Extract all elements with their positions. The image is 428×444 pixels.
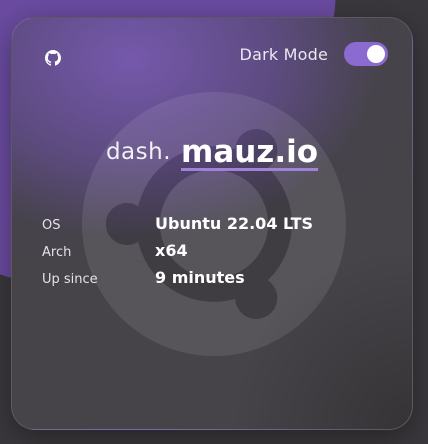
dark-mode-toggle[interactable] xyxy=(344,42,388,66)
info-value: Ubuntu 22.04 LTS xyxy=(155,214,313,233)
info-value: 9 minutes xyxy=(155,268,245,287)
page: Dark Mode dash. mauz.io OS Ubuntu 22.04 L… xyxy=(0,0,428,444)
info-row-uptime: Up since 9 minutes xyxy=(42,268,382,295)
toggle-knob xyxy=(367,45,385,63)
brand-prefix: dash. xyxy=(105,139,172,165)
info-key: Up since xyxy=(42,272,98,287)
info-value: x64 xyxy=(155,241,188,260)
brand-title: dash. mauz.io xyxy=(12,134,412,170)
info-row-arch: Arch x64 xyxy=(42,241,382,268)
dark-mode-label: Dark Mode xyxy=(239,44,328,64)
info-key: Arch xyxy=(42,245,72,260)
site-link[interactable]: mauz.io xyxy=(181,134,318,170)
info-row-os: OS Ubuntu 22.04 LTS xyxy=(42,214,382,241)
github-icon[interactable] xyxy=(45,50,61,66)
dashboard-card: Dark Mode dash. mauz.io OS Ubuntu 22.04 L… xyxy=(11,17,413,430)
system-info: OS Ubuntu 22.04 LTS Arch x64 Up since 9 … xyxy=(42,214,382,295)
dark-mode-control: Dark Mode xyxy=(240,42,388,66)
info-key: OS xyxy=(42,218,61,233)
